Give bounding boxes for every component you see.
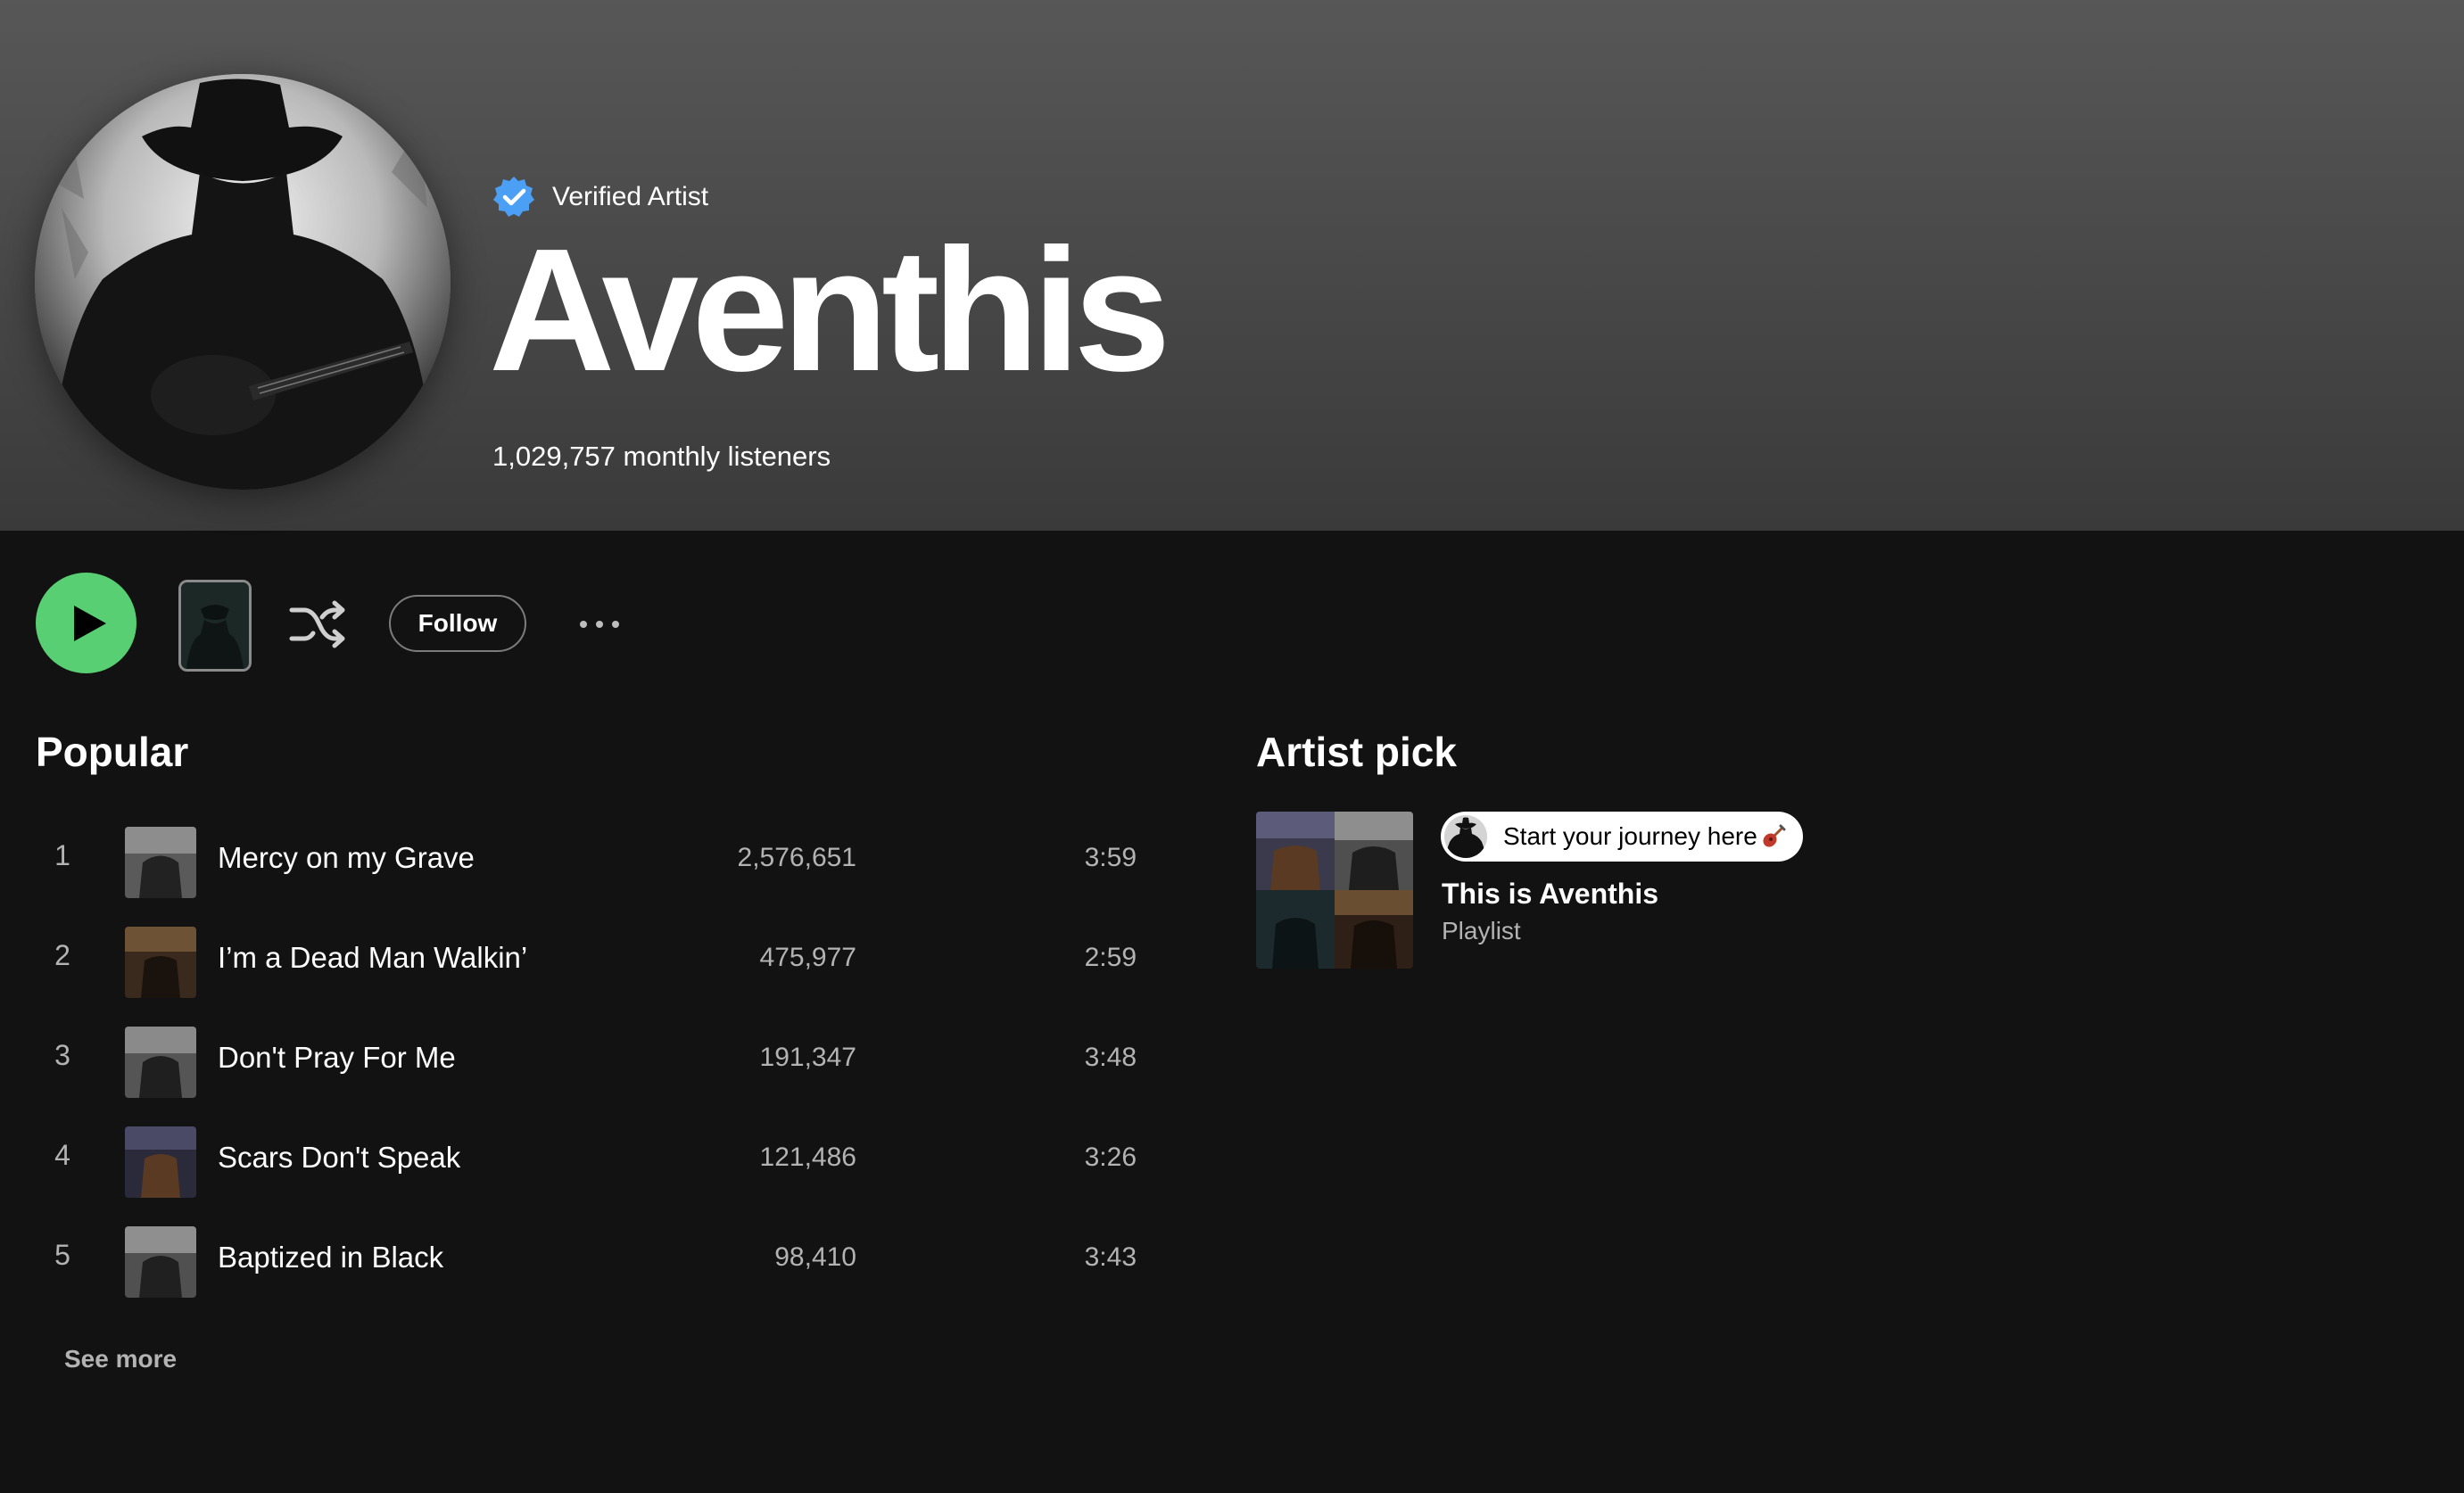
- track-number: 3: [54, 1039, 70, 1071]
- shuffle-icon: [289, 600, 345, 648]
- track-title[interactable]: Scars Don't Speak: [218, 1141, 460, 1175]
- track-title[interactable]: I’m a Dead Man Walkin’: [218, 941, 527, 975]
- track-number: 1: [54, 839, 70, 871]
- more-options-button[interactable]: [571, 602, 628, 647]
- artist-header: Verified Artist Aventhis 1,029,757 month…: [0, 0, 2464, 531]
- track-cover: [125, 827, 196, 898]
- monthly-listeners: 1,029,757 monthly listeners: [492, 441, 831, 472]
- preview-thumbnail[interactable]: [178, 580, 252, 672]
- artist-avatar: [35, 74, 451, 490]
- play-button[interactable]: [36, 573, 136, 673]
- artist-pick-badge-avatar: [1444, 815, 1487, 858]
- more-options-dot: [596, 621, 603, 628]
- artist-pick-badge-text: Start your journey here: [1503, 822, 1757, 850]
- track-row[interactable]: 1 Mercy on my Grave 2,576,651 3:59: [36, 818, 1142, 907]
- track-cover: [125, 1126, 196, 1198]
- track-number: 4: [54, 1139, 70, 1171]
- track-cover: [125, 1226, 196, 1298]
- popular-heading: Popular: [36, 729, 189, 775]
- cowboy-silhouette-image: [35, 74, 451, 490]
- track-title[interactable]: Baptized in Black: [218, 1241, 443, 1274]
- track-duration: 3:59: [1084, 843, 1137, 872]
- track-duration: 3:26: [1084, 1142, 1137, 1172]
- follow-button[interactable]: Follow: [389, 595, 526, 652]
- track-plays: 191,347: [759, 1043, 856, 1072]
- artist-name: Aventhis: [489, 212, 1170, 408]
- track-title[interactable]: Mercy on my Grave: [218, 841, 475, 875]
- track-duration: 3:48: [1084, 1043, 1137, 1072]
- more-options-icon: [580, 621, 587, 628]
- guitar-icon: [1763, 824, 1786, 847]
- shuffle-button[interactable]: [285, 592, 350, 656]
- more-options-dot: [612, 621, 619, 628]
- artist-pick-playlist-type: Playlist: [1442, 917, 1521, 944]
- track-cover: [125, 927, 196, 998]
- track-duration: 2:59: [1084, 943, 1137, 972]
- preview-cover-image: [181, 582, 249, 669]
- track-title[interactable]: Don't Pray For Me: [218, 1041, 456, 1075]
- see-more-link[interactable]: See more: [64, 1345, 177, 1373]
- verified-artist-text: Verified Artist: [552, 182, 709, 211]
- track-row[interactable]: 5 Baptized in Black 98,410 3:43: [36, 1217, 1142, 1307]
- track-plays: 98,410: [774, 1242, 856, 1272]
- artist-pick-cover[interactable]: [1256, 812, 1413, 969]
- track-duration: 3:43: [1084, 1242, 1137, 1272]
- track-cover: [125, 1027, 196, 1098]
- track-plays: 121,486: [759, 1142, 856, 1172]
- artist-pick-badge: Start your journey here: [1441, 812, 1803, 862]
- track-number: 5: [54, 1239, 70, 1271]
- playlist-mosaic-image: [1256, 812, 1413, 969]
- track-row[interactable]: 2 I’m a Dead Man Walkin’ 475,977 2:59: [36, 918, 1142, 1007]
- track-plays: 2,576,651: [737, 843, 856, 872]
- artist-pick-heading: Artist pick: [1256, 729, 1457, 775]
- artist-pick-playlist-title[interactable]: This is Aventhis: [1442, 878, 1658, 911]
- track-plays: 475,977: [759, 943, 856, 972]
- track-number: 2: [54, 939, 70, 971]
- cowboy-avatar-image: [1444, 815, 1487, 858]
- play-icon: [73, 605, 106, 641]
- track-row[interactable]: 4 Scars Don't Speak 121,486 3:26: [36, 1118, 1142, 1207]
- track-row[interactable]: 3 Don't Pray For Me 191,347 3:48: [36, 1018, 1142, 1107]
